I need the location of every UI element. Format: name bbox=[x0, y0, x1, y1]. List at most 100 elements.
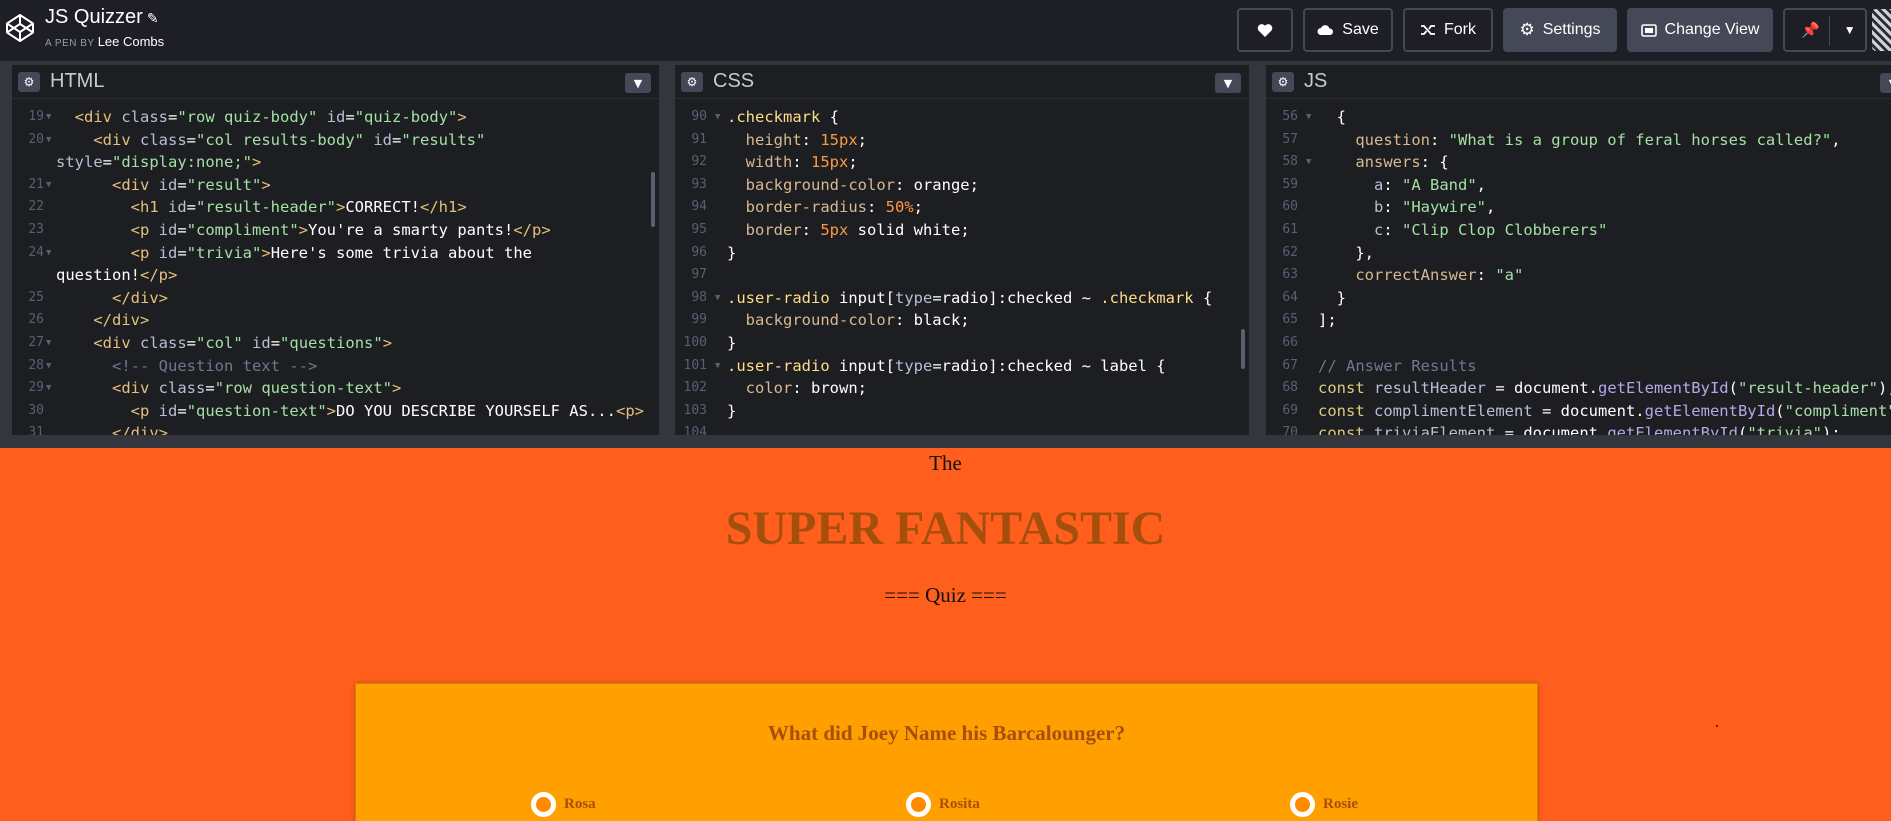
code-text[interactable]: background-color: orange; bbox=[727, 174, 979, 197]
answer-label[interactable]: Rosa bbox=[564, 796, 596, 813]
code-line[interactable]: 66 bbox=[1266, 332, 1891, 355]
fold-arrow-icon[interactable]: ▼ bbox=[46, 355, 51, 378]
radio-button[interactable] bbox=[531, 791, 556, 817]
code-line[interactable]: 68 const resultHeader = document.getEleme… bbox=[1266, 377, 1891, 400]
code-text[interactable]: // Answer Results bbox=[1318, 355, 1477, 378]
html-code[interactable]: 19 ▼ <div class="row quiz-body" id="quiz-… bbox=[12, 106, 659, 435]
code-text[interactable]: answers: { bbox=[1318, 151, 1448, 174]
fold-arrow-icon[interactable]: ▼ bbox=[46, 129, 51, 152]
code-line[interactable]: 22 <h1 id="result-header">CORRECT!</h1> bbox=[12, 196, 659, 219]
js-code[interactable]: 56 ▼ {57 question: "What is a group of fe… bbox=[1266, 106, 1891, 435]
code-text[interactable]: <div id="result"> bbox=[56, 174, 271, 197]
code-line[interactable]: 26 </div> bbox=[12, 309, 659, 332]
code-line[interactable]: 21 ▼ <div id="result"> bbox=[12, 174, 659, 197]
code-text[interactable]: .user-radio input[type=radio]:checked ~ … bbox=[727, 287, 1212, 310]
code-line[interactable]: 90 ▼ .checkmark { bbox=[675, 106, 1249, 129]
fold-arrow-icon[interactable]: ▼ bbox=[46, 242, 51, 265]
code-text[interactable]: </div> bbox=[56, 309, 149, 332]
code-line[interactable]: 103} bbox=[675, 400, 1249, 423]
code-line[interactable]: 65]; bbox=[1266, 309, 1891, 332]
fold-arrow-icon[interactable]: ▼ bbox=[715, 287, 720, 310]
code-text[interactable]: border-radius: 50%; bbox=[727, 196, 923, 219]
code-text[interactable]: b: "Haywire", bbox=[1318, 196, 1495, 219]
fold-arrow-icon[interactable]: ▼ bbox=[1306, 106, 1311, 129]
code-text[interactable]: question!</p> bbox=[56, 264, 177, 287]
code-line[interactable]: 58 ▼ answers: { bbox=[1266, 151, 1891, 174]
code-line[interactable]: 96} bbox=[675, 242, 1249, 265]
html-collapse-chevron-icon[interactable]: ▼ bbox=[625, 73, 651, 93]
code-text[interactable]: a: "A Band", bbox=[1318, 174, 1486, 197]
user-avatar[interactable] bbox=[1872, 9, 1891, 51]
code-line[interactable]: 20 ▼ <div class="col results-body" id="re… bbox=[12, 129, 659, 152]
code-text[interactable]: } bbox=[1318, 287, 1346, 310]
code-line[interactable]: 104 bbox=[675, 422, 1249, 435]
pen-title[interactable]: JS Quizzer ✎ bbox=[45, 6, 159, 29]
code-text[interactable]: <p id="trivia">Here's some trivia about … bbox=[56, 242, 532, 265]
code-text[interactable]: style="display:none;"> bbox=[56, 151, 261, 174]
pin-button[interactable]: 📌 ▼ bbox=[1783, 8, 1867, 52]
code-text[interactable]: width: 15px; bbox=[727, 151, 858, 174]
code-text[interactable]: <div class="row quiz-body" id="quiz-body… bbox=[56, 106, 467, 129]
code-line[interactable]: 92 width: 15px; bbox=[675, 151, 1249, 174]
codepen-logo-icon[interactable] bbox=[4, 12, 36, 44]
code-line[interactable]: 91 height: 15px; bbox=[675, 129, 1249, 152]
code-text[interactable]: const triviaElement = document.getElemen… bbox=[1318, 422, 1841, 435]
settings-button[interactable]: ⚙ Settings bbox=[1503, 8, 1617, 52]
code-text[interactable]: <!-- Question text --> bbox=[56, 355, 317, 378]
css-code[interactable]: 90 ▼ .checkmark {91 height: 15px; 92 width:… bbox=[675, 106, 1249, 435]
code-line[interactable]: 24 ▼ <p id="trivia">Here's some trivia ab… bbox=[12, 242, 659, 265]
code-text[interactable]: c: "Clip Clop Clobberers" bbox=[1318, 219, 1607, 242]
code-line[interactable]: 23 <p id="compliment">You're a smarty pa… bbox=[12, 219, 659, 242]
html-editor[interactable]: ⚙ HTML ▼ 19 ▼ <div class="row quiz-body" … bbox=[12, 65, 659, 435]
code-text[interactable]: }, bbox=[1318, 242, 1374, 265]
pen-title-text[interactable]: JS Quizzer bbox=[45, 6, 143, 28]
fork-button[interactable]: Fork bbox=[1403, 8, 1493, 52]
pencil-icon[interactable]: ✎ bbox=[147, 10, 159, 26]
code-text[interactable]: const complimentElement = document.getEl… bbox=[1318, 400, 1891, 423]
css-settings-gear-icon[interactable]: ⚙ bbox=[681, 72, 703, 92]
save-button[interactable]: Save bbox=[1303, 8, 1393, 52]
code-line[interactable]: 59 a: "A Band", bbox=[1266, 174, 1891, 197]
code-line[interactable]: 67 // Answer Results bbox=[1266, 355, 1891, 378]
code-text[interactable]: <h1 id="result-header">CORRECT!</h1> bbox=[56, 196, 467, 219]
code-line[interactable]: 99 background-color: black; bbox=[675, 309, 1249, 332]
code-text[interactable]: </div> bbox=[56, 287, 168, 310]
code-line[interactable]: style="display:none;"> bbox=[12, 151, 659, 174]
code-line[interactable]: 31 </div> bbox=[12, 422, 659, 435]
fold-arrow-icon[interactable]: ▼ bbox=[715, 355, 720, 378]
fold-arrow-icon[interactable]: ▼ bbox=[46, 174, 51, 197]
code-line[interactable]: 98 ▼ .user-radio input[type=radio]:checked… bbox=[675, 287, 1249, 310]
code-text[interactable]: question: "What is a group of feral hors… bbox=[1318, 129, 1840, 152]
js-collapse-chevron-icon[interactable]: ▼ bbox=[1880, 73, 1891, 93]
code-line[interactable]: 64 } bbox=[1266, 287, 1891, 310]
code-text[interactable]: correctAnswer: "a" bbox=[1318, 264, 1523, 287]
code-text[interactable]: { bbox=[1318, 106, 1346, 129]
css-editor[interactable]: ⚙ CSS ▼ 90 ▼ .checkmark {91 height: 15px; 9… bbox=[675, 65, 1249, 435]
author-link[interactable]: Lee Combs bbox=[98, 34, 164, 49]
code-line[interactable]: 94 border-radius: 50%; bbox=[675, 196, 1249, 219]
css-scrollbar[interactable] bbox=[1241, 329, 1245, 369]
answer-option[interactable]: Rosa bbox=[531, 790, 596, 818]
answer-option[interactable]: Rosita bbox=[906, 790, 980, 818]
code-line[interactable]: 61 c: "Clip Clop Clobberers" bbox=[1266, 219, 1891, 242]
code-line[interactable]: 56 ▼ { bbox=[1266, 106, 1891, 129]
code-line[interactable]: 69 const complimentElement = document.get… bbox=[1266, 400, 1891, 423]
html-scrollbar[interactable] bbox=[651, 172, 655, 227]
code-line[interactable]: 63 correctAnswer: "a" bbox=[1266, 264, 1891, 287]
code-line[interactable]: 60 b: "Haywire", bbox=[1266, 196, 1891, 219]
code-line[interactable]: 100} bbox=[675, 332, 1249, 355]
radio-button[interactable] bbox=[1290, 791, 1315, 817]
code-text[interactable]: .user-radio input[type=radio]:checked ~ … bbox=[727, 355, 1166, 378]
code-text[interactable]: } bbox=[727, 400, 736, 423]
code-line[interactable]: 62 }, bbox=[1266, 242, 1891, 265]
code-line[interactable]: 97 bbox=[675, 264, 1249, 287]
code-line[interactable]: 27 ▼ <div class="col" id="questions"> bbox=[12, 332, 659, 355]
code-line[interactable]: 28 ▼ <!-- Question text --> bbox=[12, 355, 659, 378]
code-line[interactable]: 30 <p id="question-text">DO YOU DESCRIBE… bbox=[12, 400, 659, 423]
css-collapse-chevron-icon[interactable]: ▼ bbox=[1215, 73, 1241, 93]
fold-arrow-icon[interactable]: ▼ bbox=[1306, 151, 1311, 174]
answer-label[interactable]: Rosita bbox=[939, 796, 980, 813]
code-text[interactable]: ]; bbox=[1318, 309, 1337, 332]
answer-label[interactable]: Rosie bbox=[1323, 796, 1358, 813]
code-text[interactable]: <p id="compliment">You're a smarty pants… bbox=[56, 219, 551, 242]
